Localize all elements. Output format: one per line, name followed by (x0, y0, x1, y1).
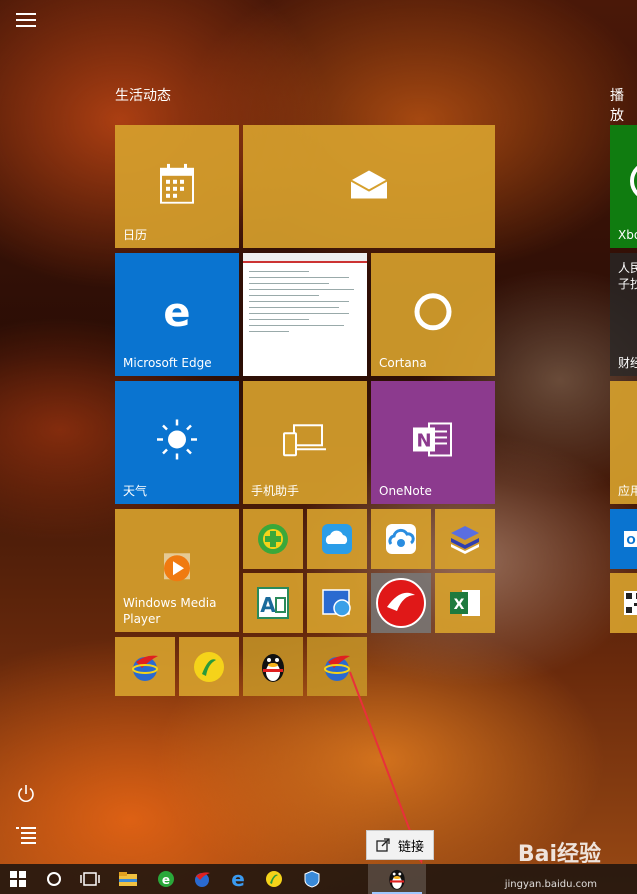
taskbar-360-browser[interactable]: e (148, 864, 184, 894)
music-app-icon (266, 871, 282, 887)
baidu-watermark: Bai经验 (517, 842, 601, 867)
circle-icon (47, 872, 61, 886)
pin-tooltip[interactable]: 链接 (366, 830, 434, 860)
open-link-icon (376, 838, 390, 852)
taskbar-shield-app[interactable] (294, 864, 330, 894)
task-view-icon (80, 872, 100, 886)
green-e-icon: e (158, 871, 174, 887)
taskbar-qq[interactable] (368, 864, 426, 894)
cortana-search-button[interactable] (36, 864, 72, 894)
qq-penguin-icon (389, 869, 405, 890)
tooltip-text: 链接 (397, 839, 424, 855)
start-button[interactable] (0, 864, 36, 894)
taskbar-browser-globe[interactable] (184, 864, 220, 894)
svg-text:e: e (162, 873, 170, 887)
taskbar-music-app[interactable] (256, 864, 292, 894)
svg-text:e: e (231, 870, 245, 888)
windows-logo-icon (10, 871, 26, 887)
edge-icon: e (231, 870, 245, 888)
folder-icon (119, 872, 137, 886)
shield-icon (304, 870, 320, 888)
taskbar-edge[interactable]: e (220, 864, 256, 894)
annotation-arrow (349, 671, 424, 864)
watermark-url: jingyan.baidu.com (504, 879, 597, 890)
browser-globe-icon (195, 872, 210, 887)
task-view-button[interactable] (72, 864, 108, 894)
taskbar-file-explorer[interactable] (110, 864, 146, 894)
